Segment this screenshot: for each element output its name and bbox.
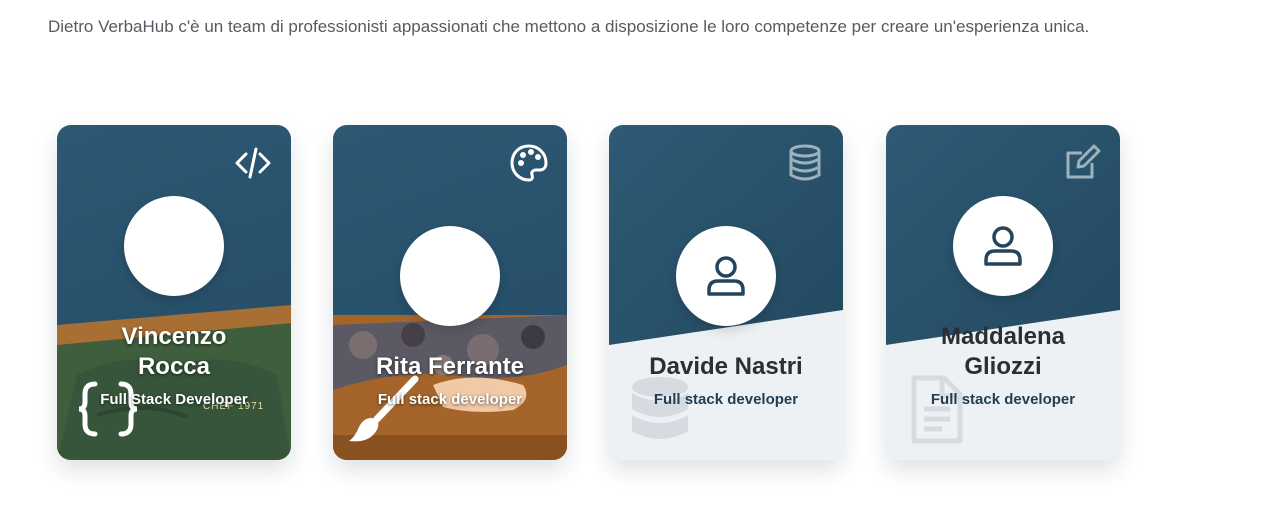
avatar — [676, 226, 776, 326]
curly-braces-icon — [78, 381, 138, 437]
member-last-name: Gliozzi — [964, 353, 1042, 380]
avatar — [400, 226, 500, 326]
team-card-rita[interactable]: Rita Ferrante Full stack developer — [333, 125, 567, 460]
user-icon — [984, 226, 1022, 266]
member-last-name: Rocca — [137, 353, 211, 380]
team-card-davide[interactable]: Davide Nastri Full stack developer — [609, 125, 843, 460]
intro-text: Dietro VerbaHub c'è un team di professio… — [48, 17, 1090, 36]
member-name: Maddalena Gliozzi — [886, 322, 1120, 382]
edit-icon — [1066, 144, 1101, 179]
member-role: Full stack developer — [930, 391, 1076, 408]
avatar — [953, 196, 1053, 296]
member-first-name: Maddalena — [940, 323, 1066, 350]
team-card-maddalena[interactable]: Maddalena Gliozzi Full stack developer — [886, 125, 1120, 460]
code-icon — [235, 147, 271, 179]
member-role: Full stack developer — [377, 391, 523, 408]
member-name: Rita Ferrante — [375, 353, 525, 380]
team-card-vincenzo[interactable]: CHEF 1971 Vincenzo Rocca Full Stack Deve… — [57, 125, 291, 460]
user-icon — [707, 256, 745, 296]
member-first-name: Vincenzo — [121, 323, 227, 350]
paintbrush-icon — [349, 375, 419, 442]
document-icon — [911, 375, 963, 444]
member-role: Full stack developer — [653, 391, 799, 408]
avatar — [124, 196, 224, 296]
member-role: Full Stack Developer — [100, 391, 248, 408]
palette-icon — [510, 144, 548, 182]
database-icon — [789, 144, 821, 181]
database-icon — [632, 377, 688, 439]
member-name: Davide Nastri — [649, 353, 803, 380]
member-name: Vincenzo Rocca — [57, 322, 291, 382]
